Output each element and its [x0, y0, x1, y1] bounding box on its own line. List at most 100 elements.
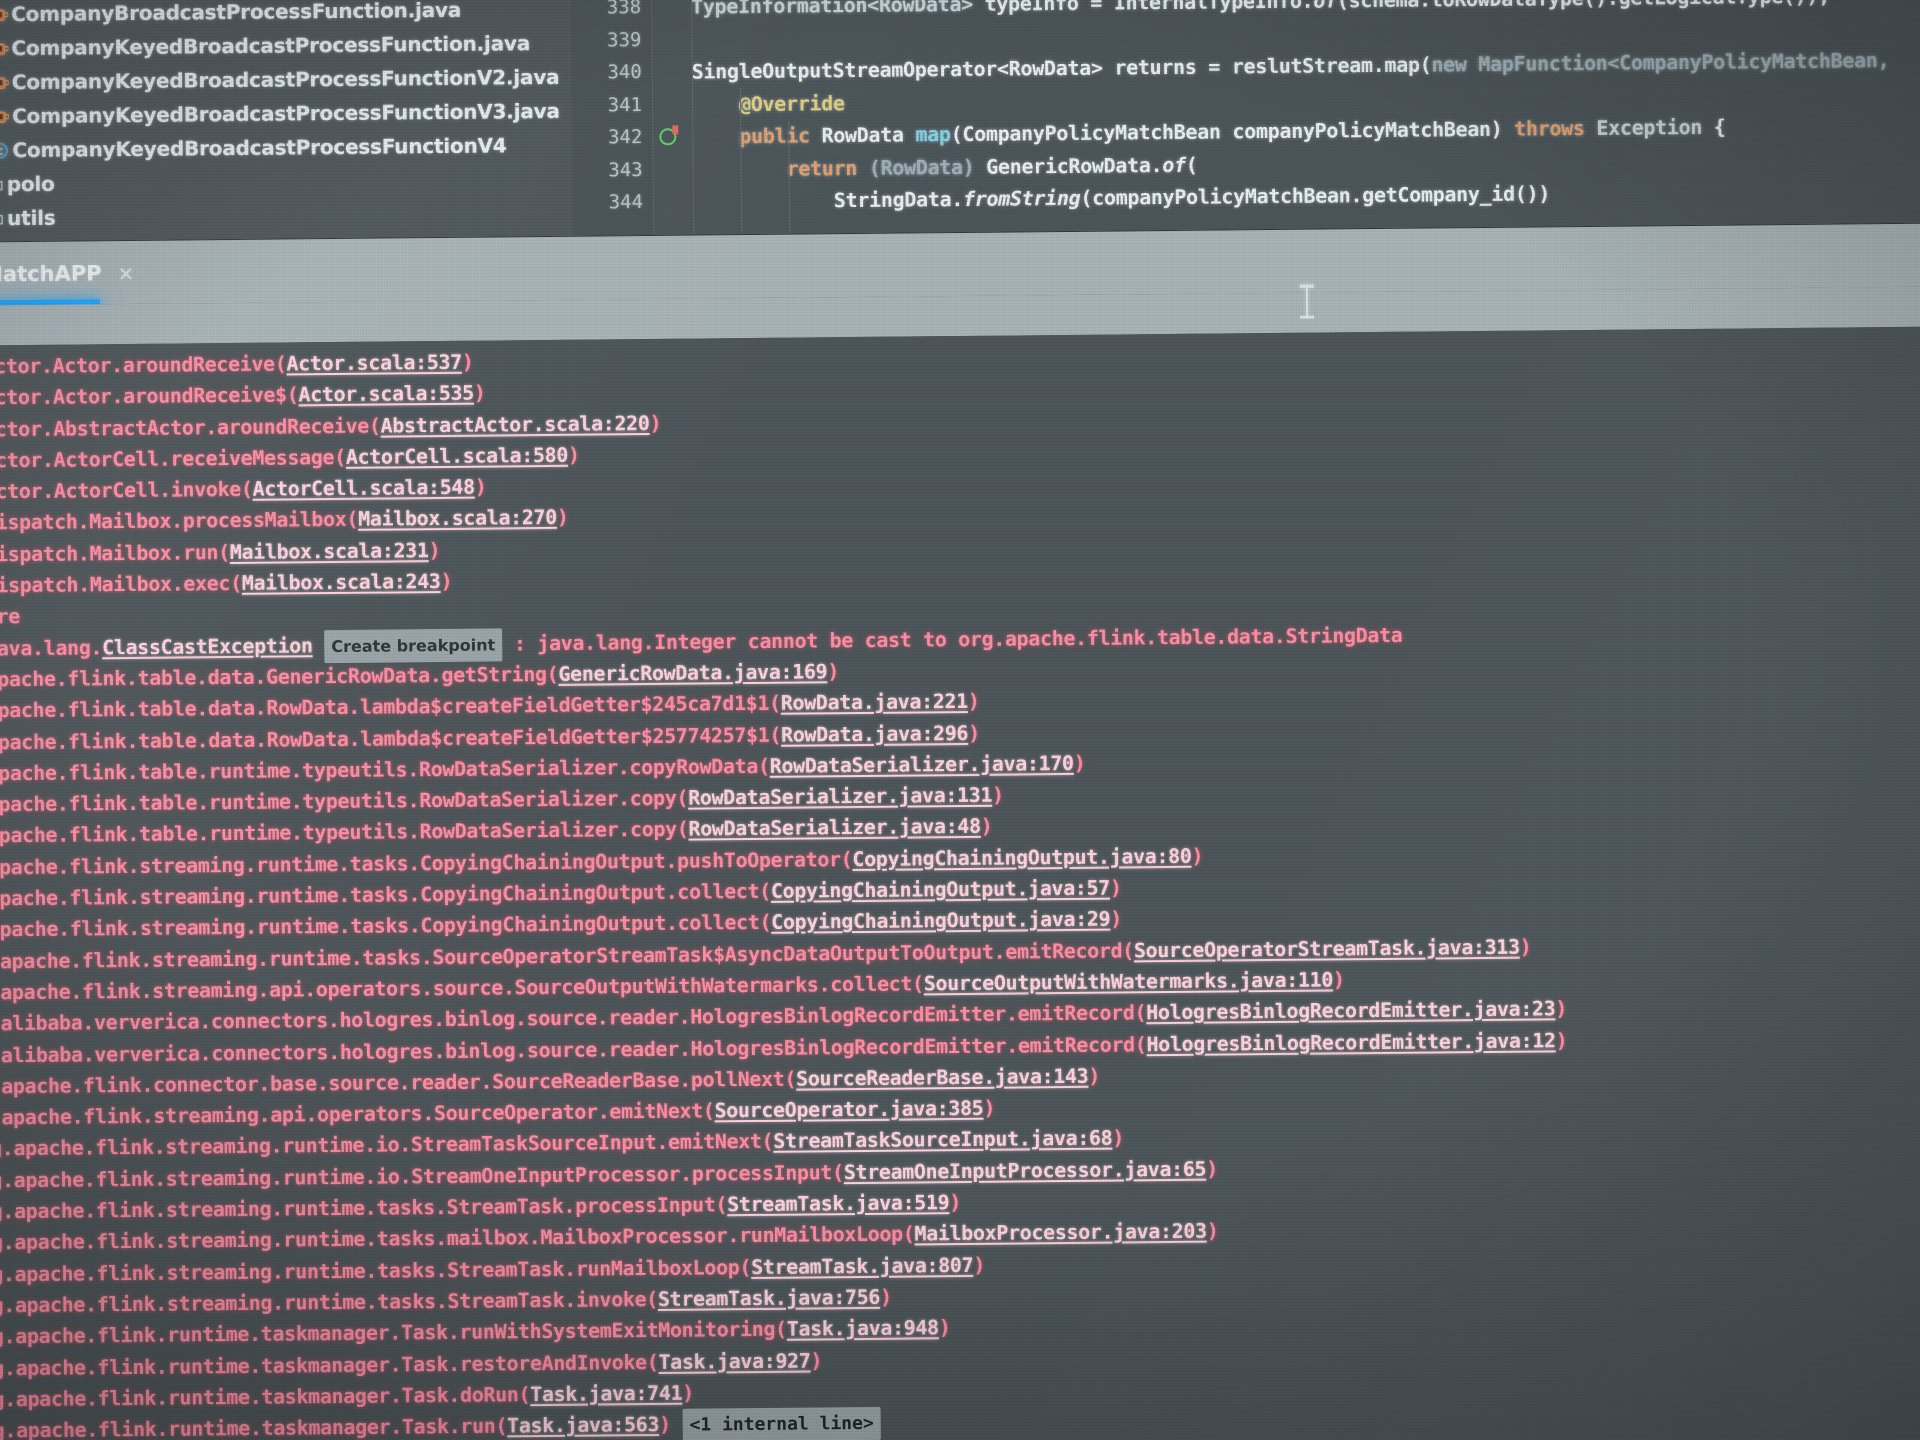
- frame-text: actor.ActorCell.invoke(: [0, 476, 253, 504]
- frame-suffix: ): [440, 568, 453, 594]
- line-number: 339: [606, 28, 642, 51]
- frame-text: .apache.flink.streaming.api.operators.So…: [0, 1098, 715, 1130]
- tab-label: oMatchAPP: [0, 261, 102, 287]
- frame-link[interactable]: CopyingChainingOutput.java:57: [771, 876, 1110, 903]
- frame-text: g.apache.flink.streaming.runtime.io.Stre…: [0, 1159, 844, 1193]
- frame-link[interactable]: RowDataSerializer.java:48: [688, 814, 980, 841]
- tree-item-java[interactable]: CompanyKeyedBroadcastProcessFunction.jav…: [0, 26, 572, 66]
- close-icon[interactable]: ×: [117, 261, 134, 285]
- frame-link[interactable]: RowDataSerializer.java:170: [770, 751, 1074, 778]
- frame-link[interactable]: CopyingChainingOutput.java:80: [852, 844, 1191, 871]
- console-output[interactable]: actor.Actor.aroundReceive(Actor.scala:53…: [0, 326, 1920, 1440]
- truncated-text: ore: [0, 604, 21, 629]
- frame-text: dispatch.Mailbox.run(: [0, 539, 230, 567]
- frame-suffix: ): [992, 782, 1004, 807]
- frame-link[interactable]: CopyingChainingOutput.java:29: [771, 907, 1110, 934]
- frame-suffix: ): [1555, 996, 1568, 1021]
- frame-link[interactable]: RowData.java:221: [781, 689, 968, 715]
- frame-suffix: ): [967, 689, 980, 714]
- screen-photo: CompanyBroadcastProcessFunction.java Com…: [0, 0, 1920, 1440]
- frame-link[interactable]: HologresBinlogRecordEmitter.java:23: [1146, 997, 1555, 1025]
- frame-link[interactable]: Actor.scala:535: [298, 381, 474, 407]
- internal-line-badge[interactable]: <1 internal line>: [682, 1406, 881, 1440]
- frame-text: g.apache.flink.streaming.runtime.tasks.m…: [0, 1221, 915, 1255]
- frame-text: g.apache.flink.runtime.taskmanager.Task.…: [0, 1349, 659, 1380]
- frame-text: dispatch.Mailbox.processMailbox(: [0, 507, 359, 535]
- frame-suffix: ): [938, 1315, 951, 1340]
- frame-link[interactable]: StreamOneInputProcessor.java:65: [844, 1156, 1207, 1183]
- frame-link[interactable]: Actor.scala:537: [286, 350, 462, 376]
- frame-link[interactable]: StreamTask.java:519: [727, 1190, 949, 1216]
- frame-link[interactable]: RowDataSerializer.java:131: [688, 783, 992, 810]
- tree-item-label: polo: [6, 171, 55, 197]
- create-breakpoint-badge[interactable]: Create breakpoint: [324, 628, 503, 664]
- frame-link[interactable]: SourceOperatorStreamTask.java:313: [1134, 934, 1520, 962]
- frame-link[interactable]: Task.java:927: [658, 1348, 810, 1373]
- frame-link[interactable]: StreamTask.java:756: [658, 1285, 880, 1311]
- exception-package: java.lang.: [0, 635, 103, 661]
- frame-link[interactable]: Task.java:563: [507, 1412, 659, 1437]
- frame-text: actor.ActorCell.receiveMessage(: [0, 444, 346, 473]
- frame-link[interactable]: RowData.java:296: [781, 721, 968, 747]
- frame-suffix: ): [1073, 750, 1086, 775]
- frame-link[interactable]: HologresBinlogRecordEmitter.java:12: [1146, 1028, 1555, 1056]
- frame-suffix: ): [658, 1412, 671, 1437]
- tree-item-class[interactable]: C CompanyKeyedBroadcastProcessFunctionV4: [0, 128, 573, 168]
- frame-link[interactable]: Task.java:741: [530, 1381, 682, 1406]
- scala-class-icon: C: [0, 141, 13, 160]
- frame-text: g.apache.flink.runtime.taskmanager.Task.…: [0, 1413, 508, 1440]
- frame-link[interactable]: SourceOutputWithWatermarks.java:110: [924, 967, 1333, 995]
- editor-text-area[interactable]: TypeInformation<RowData> typeInfo = Inte…: [690, 0, 1920, 235]
- code-editor[interactable]: 338 339 340 341 342 343 344 TypeInformat…: [570, 0, 1920, 236]
- project-tree-panel[interactable]: CompanyBroadcastProcessFunction.java Com…: [0, 0, 574, 242]
- frame-link[interactable]: ActorCell.scala:580: [346, 443, 568, 469]
- frame-link[interactable]: MailboxProcessor.java:203: [914, 1219, 1206, 1246]
- frame-suffix: ): [461, 349, 474, 374]
- frame-suffix: ): [968, 720, 980, 745]
- frame-suffix: ): [879, 1284, 892, 1309]
- frame-suffix: ): [949, 1190, 962, 1215]
- frame-link[interactable]: ActorCell.scala:548: [253, 475, 475, 501]
- frame-link[interactable]: StreamTask.java:807: [751, 1253, 973, 1279]
- java-class-icon: [0, 5, 11, 24]
- frame-suffix: ): [1088, 1063, 1101, 1088]
- line-number: 343: [608, 158, 643, 181]
- frame-link[interactable]: Mailbox.scala:231: [230, 538, 429, 564]
- run-console[interactable]: actor.Actor.aroundReceive(Actor.scala:53…: [0, 286, 1920, 1440]
- line-number-text: 342: [607, 126, 643, 149]
- tree-item-java[interactable]: CompanyKeyedBroadcastProcessFunctionV3.j…: [0, 94, 572, 134]
- frame-text: g.apache.flink.runtime.taskmanager.Task.…: [0, 1316, 787, 1349]
- frame-suffix: ): [980, 814, 993, 839]
- tree-item-label: CompanyKeyedBroadcastProcessFunction.jav…: [11, 31, 531, 61]
- tab-run-configuration[interactable]: oMatchAPP ×: [0, 247, 155, 301]
- frame-link[interactable]: AbstractActor.scala:220: [380, 411, 649, 438]
- frame-link[interactable]: SourceReaderBase.java:143: [796, 1064, 1088, 1091]
- frame-text: dispatch.Mailbox.exec(: [0, 570, 242, 598]
- frame-text: apache.flink.streaming.runtime.tasks.Cop…: [0, 878, 772, 911]
- frame-suffix: ): [473, 380, 486, 405]
- editor-gutter[interactable]: 338 339 340 341 342 343 344: [570, 0, 677, 236]
- frame-suffix: ): [1112, 1125, 1125, 1150]
- line-number: 338: [606, 0, 642, 19]
- tree-item-folder[interactable]: utils: [0, 196, 573, 236]
- frame-link[interactable]: Mailbox.scala:243: [242, 569, 441, 595]
- frame-link[interactable]: GenericRowData.java:169: [558, 659, 827, 686]
- frame-text: actor.Actor.aroundReceive(: [0, 351, 287, 379]
- frame-link[interactable]: Task.java:948: [787, 1315, 939, 1340]
- frame-text: .apache.flink.streaming.api.operators.so…: [0, 971, 924, 1005]
- frame-link[interactable]: Mailbox.scala:270: [358, 505, 557, 531]
- frame-link[interactable]: StreamTaskSourceInput.java:68: [773, 1126, 1112, 1153]
- tree-item-label: utils: [6, 205, 56, 231]
- exception-type[interactable]: ClassCastException: [102, 633, 313, 659]
- tree-item-folder[interactable]: polo: [0, 162, 573, 202]
- frame-text: .apache.flink.connector.base.source.read…: [0, 1066, 797, 1099]
- java-class-icon: [0, 73, 12, 92]
- frame-text: apache.flink.table.runtime.typeutils.Row…: [0, 753, 770, 786]
- line-number: 342: [572, 121, 677, 154]
- override-gutter-icon[interactable]: [659, 128, 677, 146]
- frame-text: g.apache.flink.streaming.runtime.tasks.S…: [0, 1254, 752, 1286]
- line-number: 344: [608, 191, 644, 214]
- tree-item-java[interactable]: CompanyKeyedBroadcastProcessFunctionV2.j…: [0, 60, 572, 100]
- ide-upper-area: CompanyBroadcastProcessFunction.java Com…: [0, 0, 1920, 242]
- frame-link[interactable]: SourceOperator.java:385: [714, 1096, 983, 1123]
